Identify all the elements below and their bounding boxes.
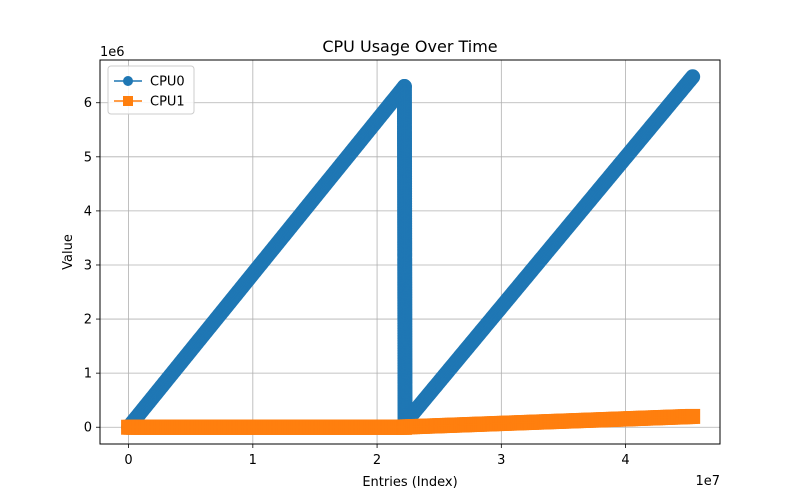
legend-marker-cpu0 bbox=[123, 76, 133, 86]
legend-marker-cpu1 bbox=[123, 96, 133, 106]
y-tick-label: 0 bbox=[84, 421, 92, 436]
x-tick-label: 3 bbox=[497, 453, 505, 468]
y-tick-label: 2 bbox=[84, 313, 92, 328]
y-tick-label: 1 bbox=[84, 367, 92, 382]
chart-title: CPU Usage Over Time bbox=[322, 37, 497, 56]
legend-label-cpu1: CPU1 bbox=[150, 95, 185, 110]
y-axis-offset-label: 1e6 bbox=[100, 45, 125, 60]
y-axis-label: Value bbox=[61, 234, 76, 270]
y-tick-label: 4 bbox=[84, 204, 92, 219]
x-axis-offset-label: 1e7 bbox=[695, 474, 720, 489]
cpu-usage-chart: 0 1 2 3 4 0 1 2 3 4 5 6 CPU Usage Over Time Entries… bbox=[0, 0, 800, 500]
x-tick-label: 4 bbox=[621, 453, 629, 468]
y-tick-label: 5 bbox=[84, 150, 92, 165]
x-tick-label: 2 bbox=[373, 453, 381, 468]
y-tick-label: 6 bbox=[84, 96, 92, 111]
legend: CPU0 CPU1 bbox=[107, 65, 195, 115]
x-axis-label: Entries (Index) bbox=[362, 475, 457, 490]
legend-label-cpu0: CPU0 bbox=[150, 75, 185, 90]
y-tick-label: 3 bbox=[84, 258, 92, 273]
x-tick-label: 0 bbox=[124, 453, 132, 468]
x-tick-label: 1 bbox=[249, 453, 257, 468]
